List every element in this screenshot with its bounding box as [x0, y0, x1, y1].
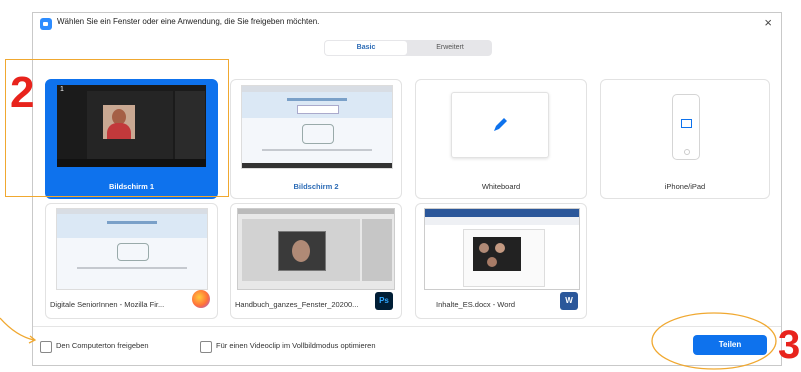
computer-sound-label: Den Computerton freigeben — [56, 341, 149, 350]
pen-icon — [494, 118, 507, 131]
firefox-thumbnail — [56, 208, 208, 290]
dialog-footer: Den Computerton freigeben Für einen Vide… — [33, 326, 781, 365]
computer-sound-checkbox[interactable] — [40, 341, 52, 353]
firefox-icon — [192, 290, 210, 308]
tab-basic[interactable]: Basic — [325, 41, 407, 55]
word-thumbnail — [424, 208, 580, 290]
share-option-photoshop-window[interactable]: Handbuch_ganzes_Fenster_20200... Ps — [230, 203, 402, 319]
card-label: Whiteboard — [481, 182, 521, 191]
step-2-marker: 2 — [10, 68, 35, 117]
share-option-screen-2[interactable]: Bildschirm 2 — [230, 79, 402, 199]
card-label: Bildschirm 2 — [293, 182, 339, 191]
tab-switcher: Basic Erweitert — [324, 40, 492, 56]
photoshop-icon: Ps — [375, 292, 393, 310]
close-icon[interactable]: × — [764, 15, 772, 30]
video-optimize-label: Für einen Videoclip im Vollbildmodus opt… — [216, 341, 376, 350]
step-3-marker: 3 — [778, 323, 801, 367]
card-label: iPhone/iPad — [664, 182, 706, 191]
share-option-whiteboard[interactable]: Whiteboard — [415, 79, 587, 199]
screen-2-thumbnail — [241, 85, 393, 169]
dialog-titlebar: Wählen Sie ein Fenster oder eine Anwendu… — [33, 13, 781, 33]
share-button[interactable]: Teilen — [693, 335, 767, 355]
zoom-logo-icon — [40, 18, 52, 30]
share-option-firefox-window[interactable]: Digitale SeniorInnen - Mozilla Fir... — [45, 203, 218, 319]
phone-icon — [672, 94, 700, 160]
video-optimize-checkbox[interactable] — [200, 341, 212, 353]
highlight-box — [5, 59, 229, 197]
share-option-word-window[interactable]: Inhalte_ES.docx - Word W — [415, 203, 587, 319]
whiteboard-preview — [451, 92, 549, 158]
tab-advanced[interactable]: Erweitert — [409, 41, 491, 55]
word-icon: W — [560, 292, 578, 310]
photoshop-thumbnail — [237, 208, 395, 290]
share-option-iphone-ipad[interactable]: iPhone/iPad — [600, 79, 770, 199]
dialog-title: Wählen Sie ein Fenster oder eine Anwendu… — [57, 17, 320, 26]
